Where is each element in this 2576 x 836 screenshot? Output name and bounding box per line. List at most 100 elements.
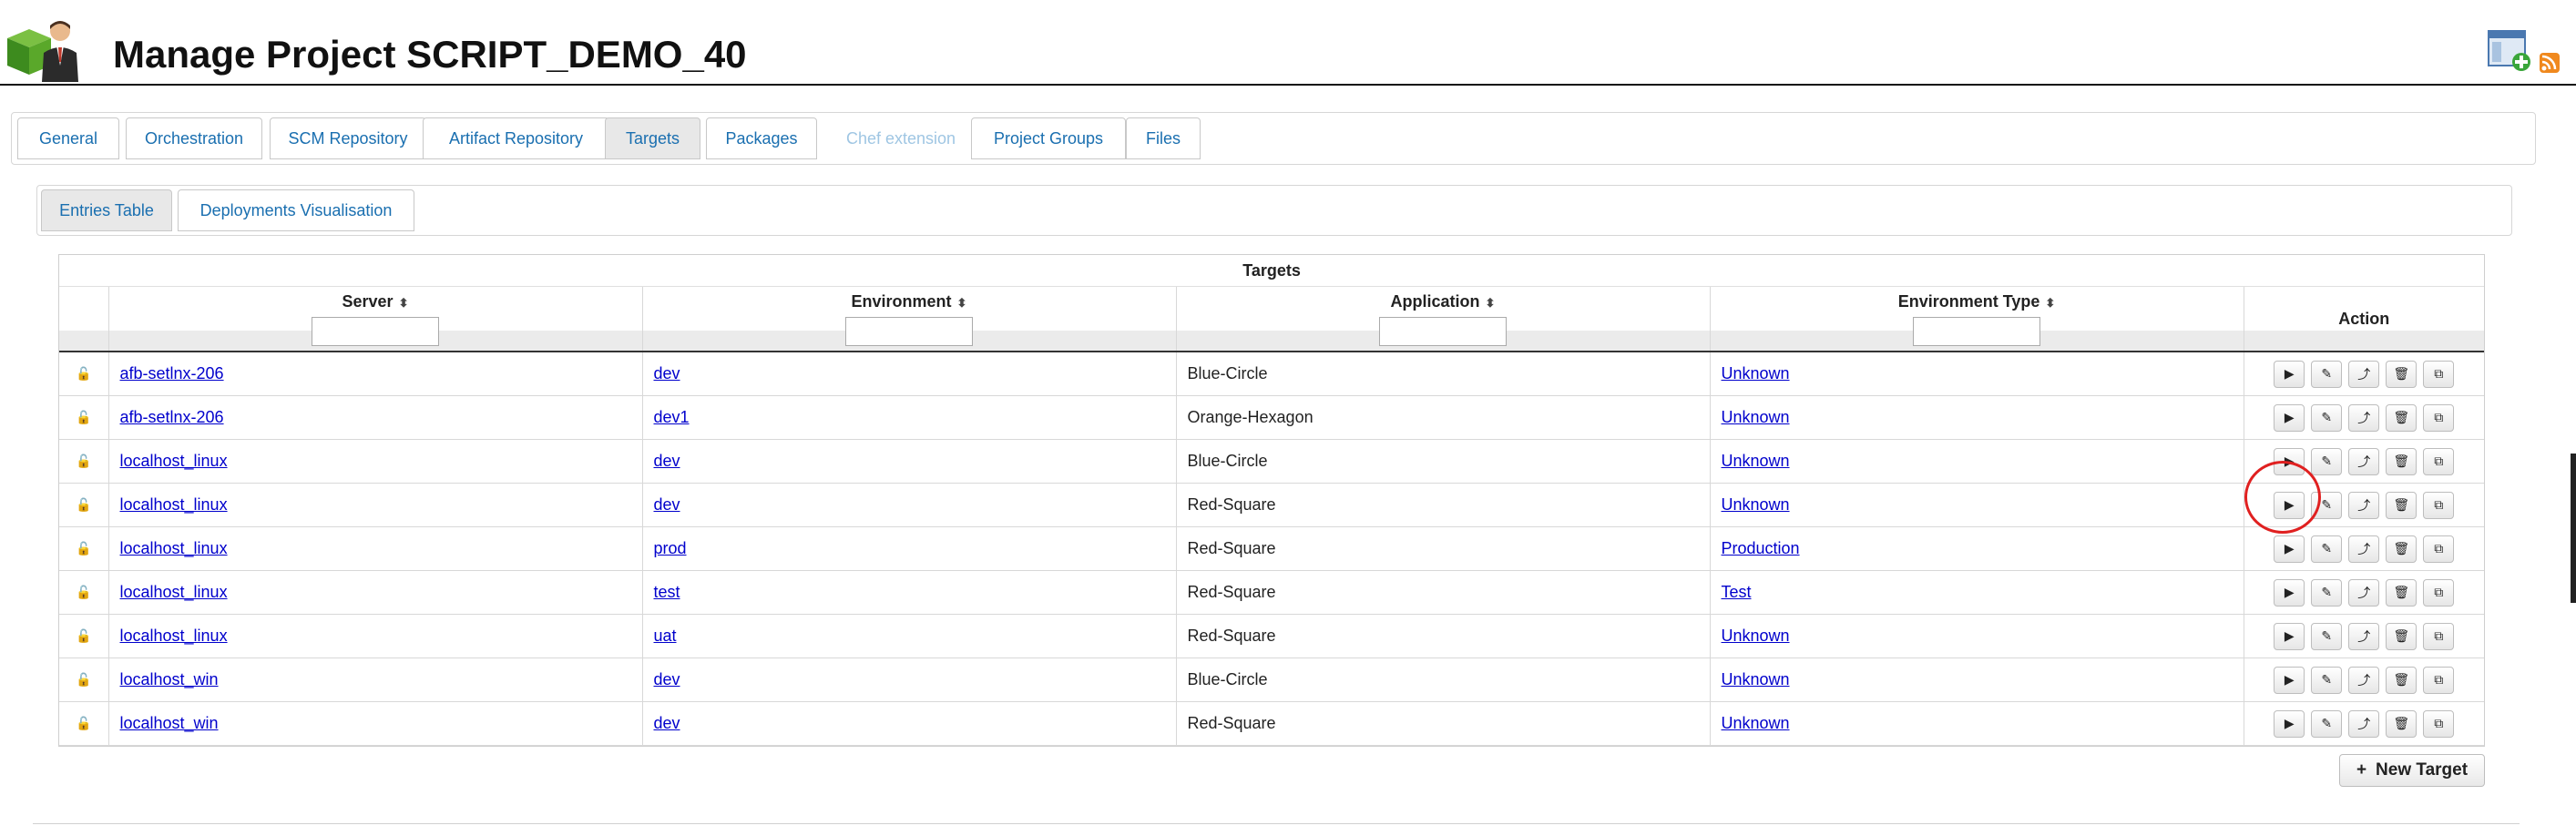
copy-button[interactable]: ⧉ — [2423, 535, 2455, 563]
tab-files[interactable]: Files — [1126, 117, 1201, 159]
edit-button[interactable]: ✎ — [2311, 491, 2343, 519]
environment-type-link[interactable]: Production — [1722, 539, 1800, 557]
unlock-icon[interactable]: 🔓 — [76, 454, 91, 468]
copy-button[interactable]: ⧉ — [2423, 578, 2455, 607]
environment-column-header[interactable]: Environment ⬍ — [642, 286, 1177, 352]
server-link[interactable]: localhost_linux — [120, 495, 228, 514]
lock-cell[interactable]: 🔓 — [59, 526, 109, 571]
promote-button[interactable]: ⤴ — [2348, 447, 2380, 475]
tab-packages[interactable]: Packages — [706, 117, 817, 159]
deploy-button[interactable]: ▶ — [2274, 535, 2305, 563]
delete-button[interactable]: 🗑 — [2386, 491, 2418, 519]
environment-type-link[interactable]: Unknown — [1722, 408, 1790, 426]
rss-feed-icon[interactable] — [2540, 53, 2560, 73]
edit-button[interactable]: ✎ — [2311, 666, 2343, 694]
sort-icon[interactable]: ⬍ — [1486, 296, 1496, 310]
delete-button[interactable]: 🗑 — [2386, 535, 2418, 563]
lock-cell[interactable]: 🔓 — [59, 439, 109, 484]
server-link[interactable]: localhost_win — [120, 670, 219, 688]
deploy-button[interactable]: ▶ — [2274, 666, 2305, 694]
environment-type-link[interactable]: Unknown — [1722, 670, 1790, 688]
promote-button[interactable]: ⤴ — [2348, 622, 2380, 650]
server-link[interactable]: localhost_win — [120, 714, 219, 732]
unlock-icon[interactable]: 🔓 — [76, 672, 91, 687]
copy-button[interactable]: ⧉ — [2423, 622, 2455, 650]
promote-button[interactable]: ⤴ — [2348, 578, 2380, 607]
environment-type-link[interactable]: Test — [1722, 583, 1752, 601]
server-link[interactable]: afb-setlnx-206 — [120, 364, 224, 382]
deploy-button[interactable]: ▶ — [2274, 622, 2305, 650]
copy-button[interactable]: ⧉ — [2423, 360, 2455, 388]
environment-type-link[interactable]: Unknown — [1722, 452, 1790, 470]
lock-cell[interactable]: 🔓 — [59, 352, 109, 396]
delete-button[interactable]: 🗑 — [2386, 709, 2418, 738]
copy-button[interactable]: ⧉ — [2423, 447, 2455, 475]
delete-button[interactable]: 🗑 — [2386, 622, 2418, 650]
environment-type-link[interactable]: Unknown — [1722, 627, 1790, 645]
copy-button[interactable]: ⧉ — [2423, 709, 2455, 738]
new-window-icon[interactable] — [2488, 30, 2530, 71]
deploy-button[interactable]: ▶ — [2274, 447, 2305, 475]
unlock-icon[interactable]: 🔓 — [76, 628, 91, 643]
tab-targets[interactable]: Targets — [605, 117, 700, 159]
unlock-icon[interactable]: 🔓 — [76, 716, 91, 730]
environment-link[interactable]: dev — [654, 364, 680, 382]
promote-button[interactable]: ⤴ — [2348, 360, 2380, 388]
new-target-button[interactable]: + New Target — [2339, 754, 2485, 787]
lock-cell[interactable]: 🔓 — [59, 483, 109, 527]
tab-general[interactable]: General — [17, 117, 119, 159]
deploy-button[interactable]: ▶ — [2274, 709, 2305, 738]
deploy-button[interactable]: ▶ — [2274, 360, 2305, 388]
server-link[interactable]: localhost_linux — [120, 583, 228, 601]
delete-button[interactable]: 🗑 — [2386, 578, 2418, 607]
tab-deployments-visualisation[interactable]: Deployments Visualisation — [178, 189, 414, 231]
edit-button[interactable]: ✎ — [2311, 578, 2343, 607]
tab-project-groups[interactable]: Project Groups — [971, 117, 1126, 159]
environment-link[interactable]: dev — [654, 670, 680, 688]
environment-type-link[interactable]: Unknown — [1722, 364, 1790, 382]
copy-button[interactable]: ⧉ — [2423, 403, 2455, 432]
edit-button[interactable]: ✎ — [2311, 403, 2343, 432]
sort-icon[interactable]: ⬍ — [399, 296, 409, 310]
promote-button[interactable]: ⤴ — [2348, 491, 2380, 519]
unlock-icon[interactable]: 🔓 — [76, 541, 91, 556]
server-link[interactable]: localhost_linux — [120, 452, 228, 470]
environment-link[interactable]: dev — [654, 714, 680, 732]
tab-entries-table[interactable]: Entries Table — [41, 189, 172, 231]
environment-link[interactable]: uat — [654, 627, 677, 645]
sort-icon[interactable]: ⬍ — [2045, 296, 2055, 310]
lock-cell[interactable]: 🔓 — [59, 570, 109, 615]
unlock-icon[interactable]: 🔓 — [76, 497, 91, 512]
edit-button[interactable]: ✎ — [2311, 535, 2343, 563]
edit-button[interactable]: ✎ — [2311, 709, 2343, 738]
edit-button[interactable]: ✎ — [2311, 447, 2343, 475]
environment-link[interactable]: dev — [654, 452, 680, 470]
environment-link[interactable]: test — [654, 583, 680, 601]
tab-scm-repository[interactable]: SCM Repository — [270, 117, 426, 159]
edit-button[interactable]: ✎ — [2311, 622, 2343, 650]
environment-link[interactable]: dev1 — [654, 408, 690, 426]
promote-button[interactable]: ⤴ — [2348, 535, 2380, 563]
environment-link[interactable]: prod — [654, 539, 687, 557]
edit-button[interactable]: ✎ — [2311, 360, 2343, 388]
delete-button[interactable]: 🗑 — [2386, 666, 2418, 694]
server-link[interactable]: localhost_linux — [120, 539, 228, 557]
copy-button[interactable]: ⧉ — [2423, 666, 2455, 694]
environment-type-link[interactable]: Unknown — [1722, 495, 1790, 514]
lock-cell[interactable]: 🔓 — [59, 658, 109, 702]
delete-button[interactable]: 🗑 — [2386, 447, 2418, 475]
lock-cell[interactable]: 🔓 — [59, 614, 109, 658]
delete-button[interactable]: 🗑 — [2386, 360, 2418, 388]
tab-orchestration[interactable]: Orchestration — [126, 117, 262, 159]
server-filter-input[interactable] — [312, 317, 439, 346]
delete-button[interactable]: 🗑 — [2386, 403, 2418, 432]
lock-cell[interactable]: 🔓 — [59, 701, 109, 746]
server-column-header[interactable]: Server ⬍ — [108, 286, 643, 352]
tab-artifact-repository[interactable]: Artifact Repository — [423, 117, 609, 159]
deploy-button[interactable]: ▶ — [2274, 403, 2305, 432]
environment-type-link[interactable]: Unknown — [1722, 714, 1790, 732]
deploy-button[interactable]: ▶ — [2274, 491, 2305, 519]
environment-type-column-header[interactable]: Environment Type ⬍ — [1710, 286, 2244, 352]
sort-icon[interactable]: ⬍ — [957, 296, 967, 310]
unlock-icon[interactable]: 🔓 — [76, 366, 91, 381]
